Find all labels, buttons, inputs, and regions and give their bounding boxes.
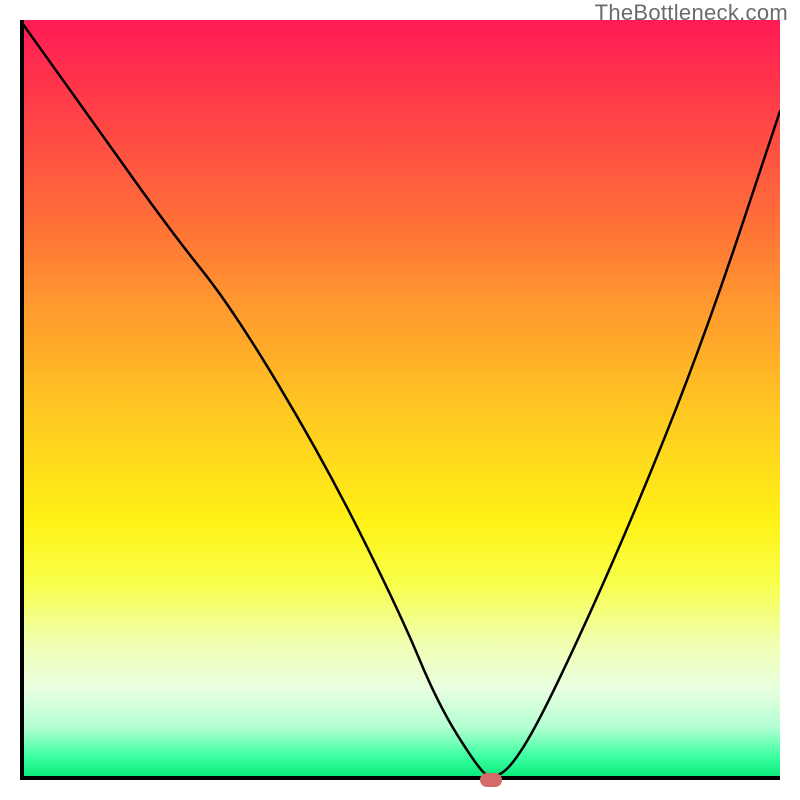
optimum-marker bbox=[480, 773, 502, 787]
bottleneck-chart: TheBottleneck.com bbox=[0, 0, 800, 800]
watermark-text: TheBottleneck.com bbox=[595, 0, 788, 26]
plot-background-gradient bbox=[20, 20, 780, 780]
